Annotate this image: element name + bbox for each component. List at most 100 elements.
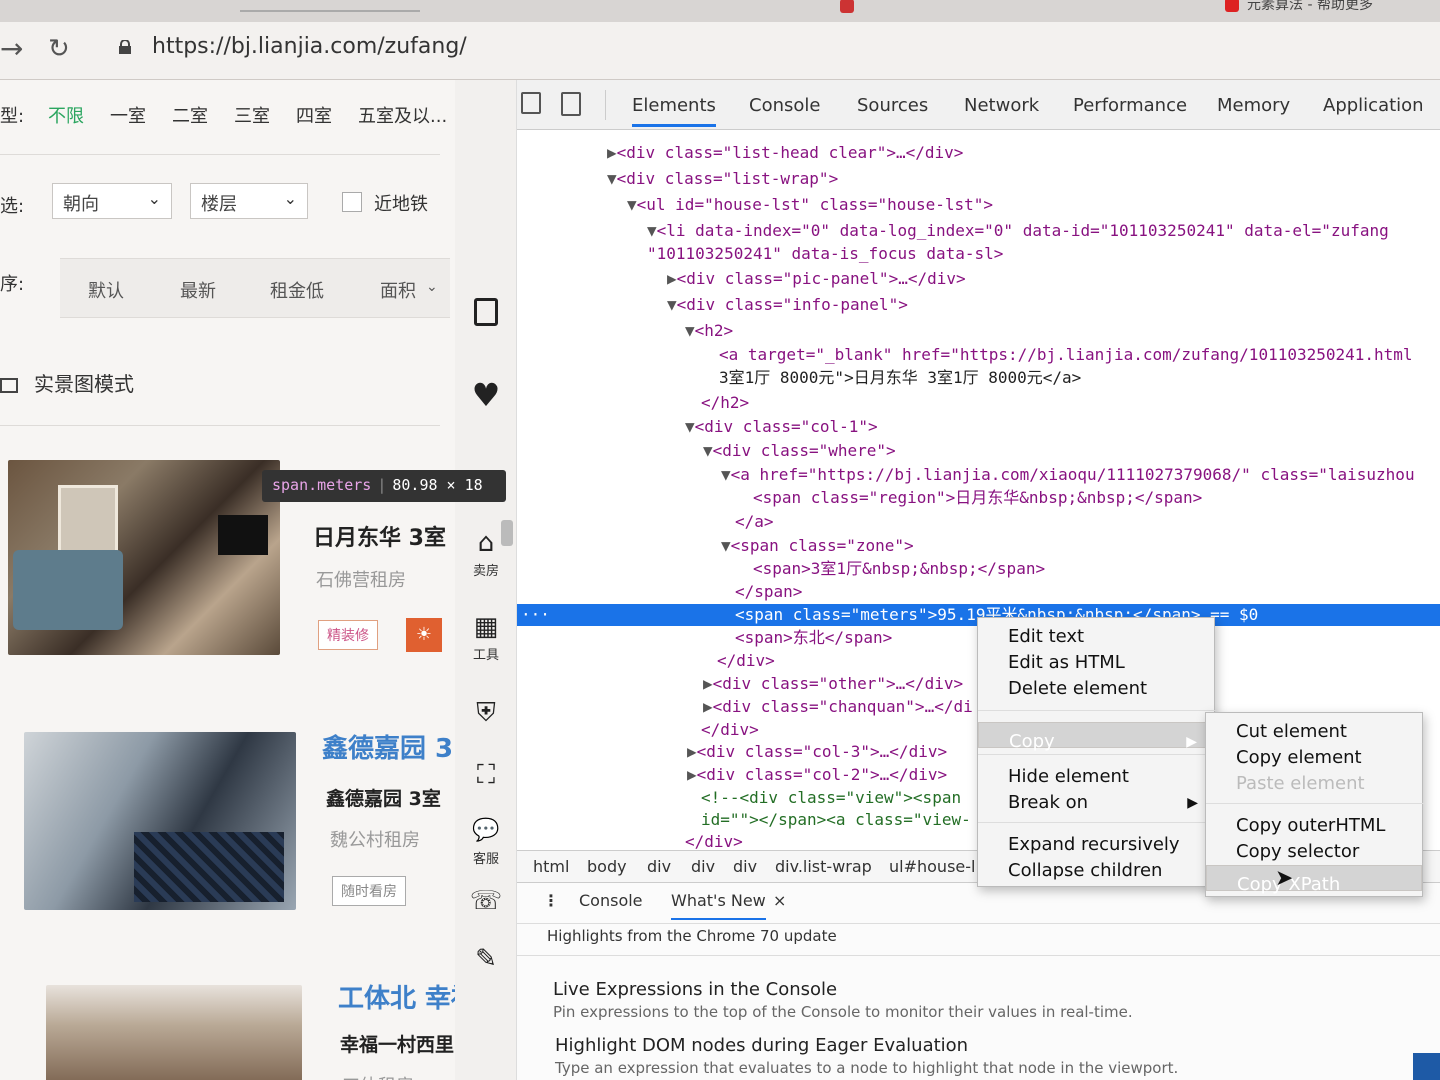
inspect-element-icon[interactable] — [521, 92, 541, 114]
listing-district[interactable]: 石佛营租房 — [316, 566, 406, 592]
dom-node[interactable]: ▼<a href="https://bj.lianjia.com/xiaoqu/… — [721, 464, 1415, 486]
whats-new-title[interactable]: Live Expressions in the Console — [553, 979, 837, 1000]
service-button[interactable]: 💬 客服 — [455, 816, 517, 867]
whats-new-title[interactable]: Highlight DOM nodes during Eager Evaluat… — [555, 1035, 968, 1056]
dom-node[interactable]: </span> — [735, 581, 802, 603]
dom-node[interactable]: </h2> — [701, 392, 749, 414]
dom-comment[interactable]: <!--<div class="view"><span — [701, 787, 961, 809]
room-option[interactable]: 二室 — [172, 102, 208, 128]
dom-node[interactable]: ▼<div class="col-1"> — [685, 416, 878, 438]
dom-node[interactable]: <span class="region">日月东华&nbsp;&nbsp;</s… — [753, 487, 1202, 509]
breadcrumb-item[interactable]: html — [533, 857, 569, 876]
tab-console[interactable]: Console — [749, 95, 820, 116]
dom-node[interactable]: ▶<div class="pic-panel">…</div> — [667, 268, 966, 290]
listing-headline[interactable]: 工体北 幸福 — [338, 978, 455, 1015]
dom-node-continuation[interactable]: 3室1厅 8000元">日月东华 3室1厅 8000元</a> — [719, 367, 1081, 389]
close-icon[interactable]: × — [773, 891, 786, 910]
reload-icon[interactable]: ↻ — [48, 34, 70, 64]
dom-node[interactable]: ▶<div class="col-2">…</div> — [687, 764, 947, 786]
listing-title[interactable]: 日月东华 3室 — [313, 520, 446, 552]
pencil-icon[interactable]: ✎ — [455, 944, 517, 976]
menu-item-copy-selector[interactable]: Copy selector — [1206, 839, 1359, 865]
sort-option[interactable]: 默认 — [88, 277, 124, 303]
tab-performance[interactable]: Performance — [1073, 95, 1187, 116]
dom-node[interactable]: </div> — [717, 650, 775, 672]
tab-network[interactable]: Network — [964, 95, 1039, 116]
dom-node-continuation[interactable]: "101103250241" data-is_focus data-sl> — [647, 243, 1003, 265]
breadcrumb-item[interactable]: div — [691, 857, 715, 876]
dom-node[interactable]: <span>东北</span> — [735, 627, 892, 649]
breadcrumb-item[interactable]: ul#house-l — [889, 857, 975, 876]
listing-district[interactable]: 魏公村租房 — [330, 826, 420, 852]
dom-node[interactable]: ▼<div class="where"> — [703, 440, 896, 462]
tab-sources[interactable]: Sources — [857, 95, 928, 116]
menu-item-edit-text[interactable]: Edit text — [978, 624, 1084, 650]
menu-item-cut-element[interactable]: Cut element — [1206, 719, 1347, 745]
dom-node[interactable]: ▼<div class="list-wrap"> — [607, 168, 838, 190]
room-option[interactable]: 三室 — [234, 102, 270, 128]
menu-item-copy-element[interactable]: Copy element — [1206, 745, 1362, 771]
more-dots-icon[interactable]: ··· — [521, 604, 550, 626]
phone-shield-icon[interactable]: ☏ — [455, 886, 517, 918]
sort-option[interactable]: 最新 — [180, 277, 216, 303]
tab-elements[interactable]: Elements — [632, 95, 716, 127]
heart-icon[interactable]: ♥ — [455, 379, 517, 412]
orientation-select[interactable]: 朝向 ⌄ — [52, 183, 172, 219]
breadcrumb-item[interactable]: div — [647, 857, 671, 876]
menu-item-copy[interactable]: Copy ▶ — [978, 722, 1214, 752]
tools-button[interactable]: ▦ 工具 — [455, 612, 517, 663]
tab-memory[interactable]: Memory — [1217, 95, 1290, 116]
menu-item-delete[interactable]: Delete element — [978, 676, 1147, 702]
dom-node[interactable]: ▶<div class="chanquan">…</di — [703, 696, 973, 718]
menu-item-hide[interactable]: Hide element — [978, 764, 1129, 790]
listing-title[interactable]: 鑫德嘉园 3室 — [326, 784, 441, 811]
view-mode-toggle[interactable]: 实景图模式 — [0, 368, 450, 397]
listing-photo[interactable] — [24, 732, 296, 910]
menu-item-collapse[interactable]: Collapse children — [978, 858, 1162, 884]
menu-item-expand[interactable]: Expand recursively — [978, 832, 1180, 858]
listing-district[interactable]: 工体租房 — [342, 1072, 414, 1080]
room-option[interactable]: 一室 — [110, 102, 146, 128]
scrollbar-thumb[interactable] — [501, 520, 513, 546]
listing-photo[interactable] — [46, 985, 302, 1080]
listing-photo[interactable] — [8, 460, 280, 655]
dom-node[interactable]: </div> — [701, 719, 759, 741]
dom-node[interactable]: ▼<li data-index="0" data-log_index="0" d… — [647, 220, 1389, 242]
scan-icon[interactable]: ⛶ — [455, 760, 517, 792]
dom-node[interactable]: ▼<ul id="house-lst" class="house-lst"> — [627, 194, 993, 216]
drawer-tab-whats-new[interactable]: What's New — [671, 891, 766, 920]
breadcrumb-item[interactable]: div — [733, 857, 757, 876]
device-toolbar-icon[interactable] — [561, 92, 581, 116]
sort-option[interactable]: 面积 — [380, 277, 416, 303]
menu-item-copy-xpath[interactable]: Copy XPath — [1206, 865, 1422, 895]
dom-node[interactable]: ▼<span class="zone"> — [721, 535, 914, 557]
dom-node[interactable]: <a target="_blank" href="https://bj.lian… — [719, 344, 1413, 366]
dom-node[interactable]: ▶<div class="other">…</div> — [703, 673, 963, 695]
room-option[interactable]: 不限 — [48, 102, 84, 128]
dom-node[interactable]: ▶<div class="col-3">…</div> — [687, 741, 947, 763]
near-subway-checkbox[interactable] — [342, 192, 362, 212]
dom-node[interactable]: ▼<h2> — [685, 320, 733, 342]
room-option[interactable]: 四室 — [296, 102, 332, 128]
menu-item-edit-html[interactable]: Edit as HTML — [978, 650, 1125, 676]
shield-icon[interactable]: ⛨ — [455, 698, 517, 730]
dom-node[interactable]: <span>3室1厅&nbsp;&nbsp;</span> — [753, 558, 1045, 580]
browser-tab[interactable] — [840, 0, 862, 20]
room-option[interactable]: 五室及以... — [358, 102, 447, 128]
clipboard-icon[interactable] — [455, 298, 517, 332]
browser-tab[interactable] — [240, 0, 420, 12]
dom-comment-continuation[interactable]: id=""></span><a class="view- — [701, 809, 971, 831]
browser-tab[interactable]: 元素算法 - 帮助更多 — [1225, 0, 1373, 16]
floor-select[interactable]: 楼层 ⌄ — [190, 183, 308, 219]
tab-application[interactable]: Application — [1323, 95, 1424, 116]
breadcrumb-item[interactable]: body — [587, 857, 627, 876]
listing-headline[interactable]: 鑫德嘉园 3 — [322, 728, 453, 765]
dom-node[interactable]: ▼<div class="info-panel"> — [667, 294, 908, 316]
drawer-tab-console[interactable]: Console — [579, 891, 643, 910]
menu-item-break-on[interactable]: Break on ▶ — [978, 790, 1214, 816]
dom-node[interactable]: </a> — [735, 511, 774, 533]
drawer-menu-icon[interactable]: ⋮ — [543, 891, 559, 910]
sort-option[interactable]: 租金低 — [270, 277, 324, 303]
dom-node[interactable]: ▶<div class="list-head clear">…</div> — [607, 142, 963, 164]
forward-icon[interactable]: → — [0, 32, 23, 65]
